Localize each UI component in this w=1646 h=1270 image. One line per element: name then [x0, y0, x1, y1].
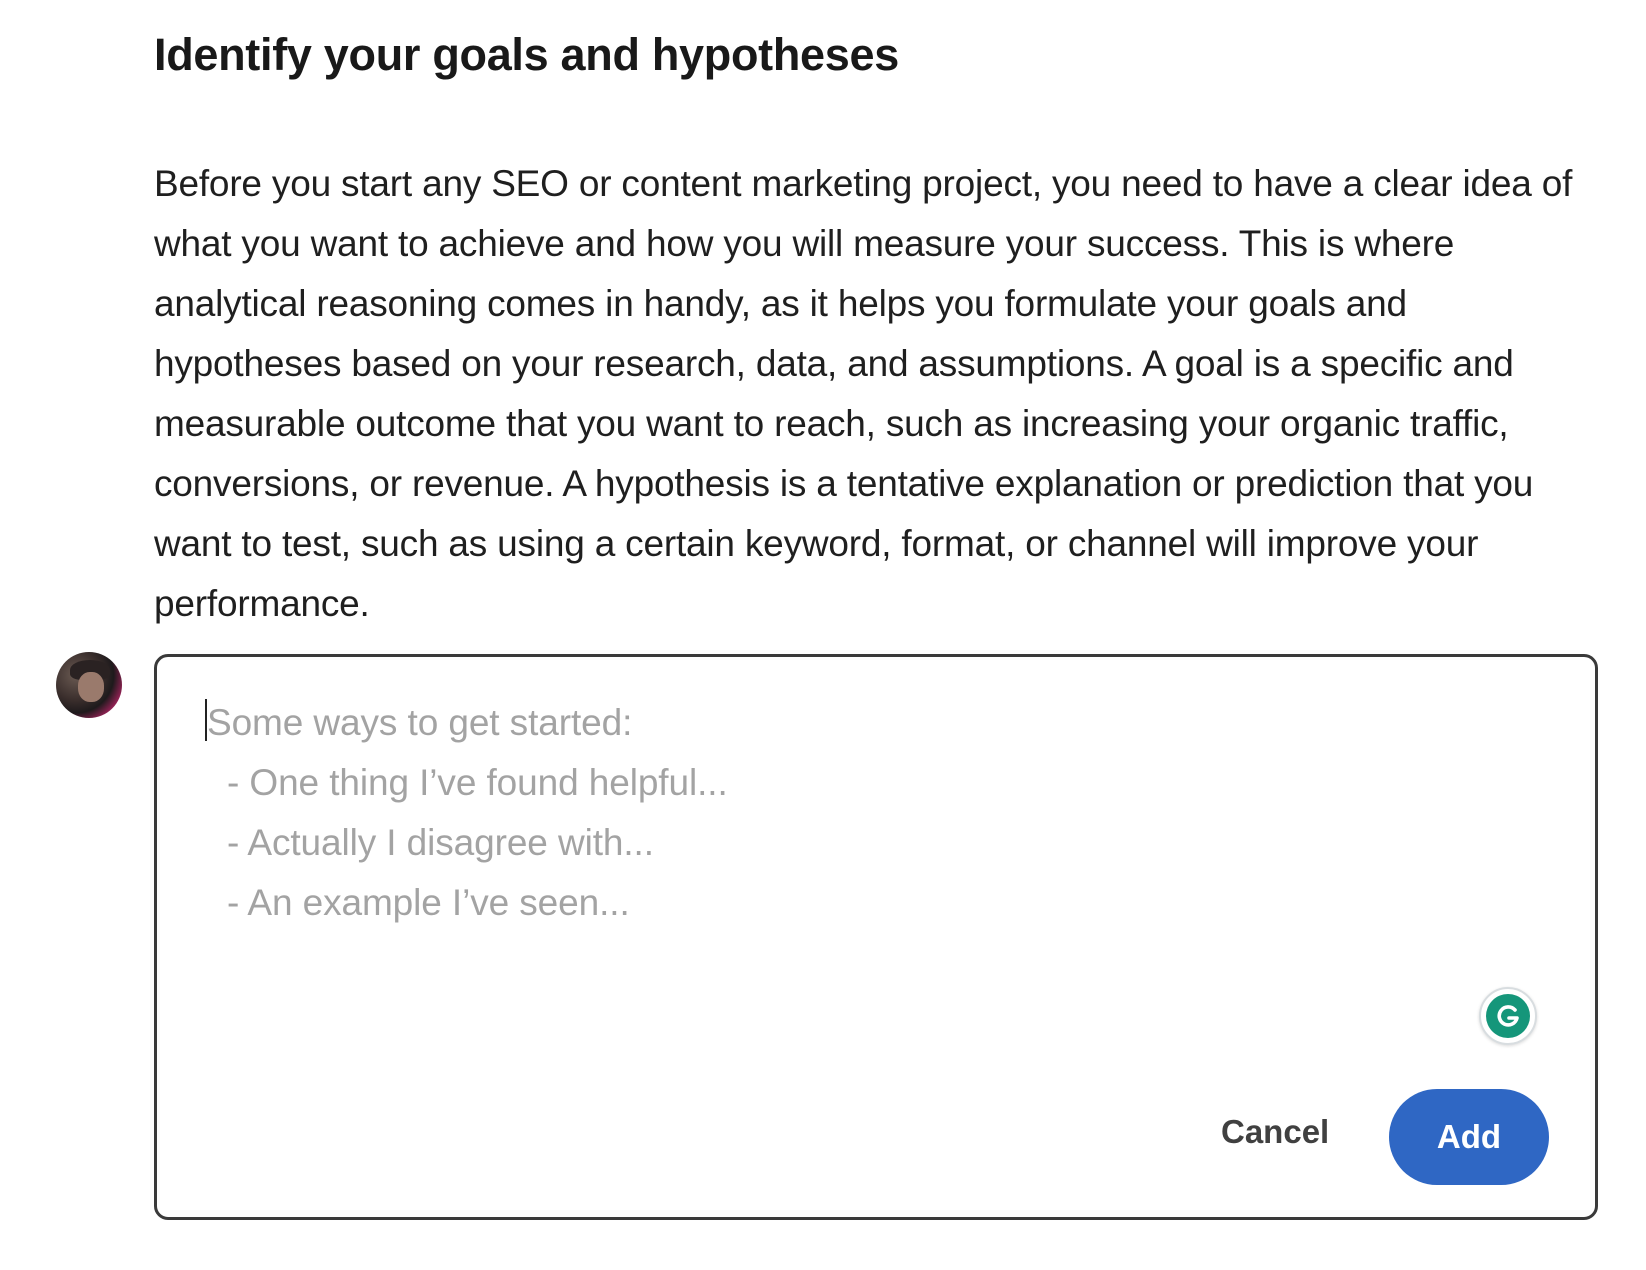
- placeholder-line: - An example I’ve seen...: [227, 882, 630, 923]
- grammarly-badge: [1486, 994, 1530, 1038]
- section-paragraph: Before you start any SEO or content mark…: [154, 163, 1573, 624]
- comment-composer[interactable]: Some ways to get started: - One thing I’…: [154, 654, 1598, 1220]
- add-button[interactable]: Add: [1389, 1089, 1549, 1185]
- composer-placeholder: Some ways to get started: - One thing I’…: [207, 693, 728, 933]
- placeholder-line: - One thing I’ve found helpful...: [227, 762, 728, 803]
- section-heading: Identify your goals and hypotheses: [154, 29, 899, 80]
- user-avatar[interactable]: [56, 652, 122, 718]
- grammarly-icon[interactable]: [1479, 987, 1537, 1045]
- cancel-button[interactable]: Cancel: [1197, 1099, 1353, 1165]
- article-section: Identify your goals and hypotheses Befor…: [154, 20, 1594, 634]
- placeholder-title: Some ways to get started:: [207, 702, 633, 743]
- avatar-face: [78, 672, 104, 702]
- placeholder-line: - Actually I disagree with...: [227, 822, 654, 863]
- grammarly-g-icon: [1497, 1005, 1519, 1027]
